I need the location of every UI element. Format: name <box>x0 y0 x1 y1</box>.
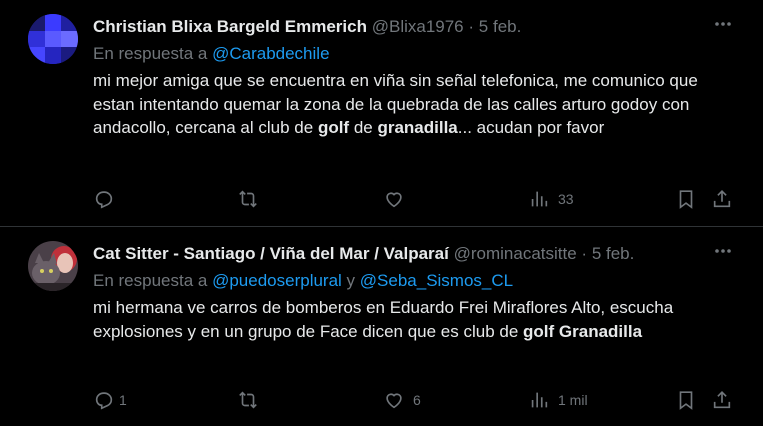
replying-to-user-link[interactable]: @puedoserplural <box>212 271 342 290</box>
replying-to: En respuesta a @puedoserplural y @Seba_S… <box>93 270 513 292</box>
tweet-text-part: ... acudan por favor <box>457 118 605 137</box>
replying-to-user-link[interactable]: @Seba_Sismos_CL <box>360 271 513 290</box>
heart-icon <box>386 393 402 409</box>
more-horizontal-icon <box>715 22 731 26</box>
tweet[interactable]: Christian Blixa Bargeld Emmerich @Blixa1… <box>0 0 763 227</box>
like-button[interactable]: 6 <box>383 387 421 413</box>
avatar[interactable] <box>28 14 78 64</box>
tweet-header: Christian Blixa Bargeld Emmerich @Blixa1… <box>93 16 713 38</box>
tweet-date[interactable]: 5 feb. <box>592 244 635 263</box>
tweet-text: mi hermana ve carros de bomberos en Edua… <box>93 296 733 343</box>
share-button[interactable] <box>711 186 733 212</box>
tweet-date[interactable]: 5 feb. <box>479 17 522 36</box>
retweet-button[interactable] <box>237 387 267 413</box>
heart-icon <box>386 192 402 208</box>
reply-button[interactable]: 1 <box>93 387 127 413</box>
like-count: 6 <box>413 392 421 408</box>
tweet-text-bold: golf <box>523 321 555 341</box>
pixel-avatar-icon <box>28 14 78 64</box>
avatar[interactable] <box>28 241 78 291</box>
separator-dot: · <box>468 17 475 36</box>
tweet-text-bold: golf <box>317 118 350 137</box>
share-icon <box>713 190 731 208</box>
more-options-button[interactable] <box>711 14 735 38</box>
cat-avatar-icon <box>28 241 78 291</box>
reply-icon <box>95 392 113 410</box>
views-chart-icon <box>531 392 548 408</box>
reply-icon <box>95 191 113 209</box>
separator-dot: · <box>581 244 588 263</box>
views-button[interactable]: 1 mil <box>528 387 588 413</box>
tweet-text: mi mejor amiga que se encuentra en viña … <box>93 69 733 140</box>
tweet-text-part: de <box>349 118 378 137</box>
tweet-header: Cat Sitter - Santiago / Viña del Mar / V… <box>93 243 713 265</box>
user-handle[interactable]: @rominacatsitte <box>454 244 577 263</box>
display-name[interactable]: Christian Blixa Bargeld Emmerich <box>93 17 367 36</box>
tweet[interactable]: Cat Sitter - Santiago / Viña del Mar / V… <box>0 227 763 426</box>
views-chart-icon <box>531 191 548 207</box>
replying-to-label: En respuesta a <box>93 271 208 290</box>
tweet-text-bold: Granadilla <box>558 321 643 341</box>
views-count: 33 <box>558 191 574 207</box>
retweet-icon <box>239 391 257 409</box>
replying-to-user-link[interactable]: @Carabdechile <box>212 44 329 63</box>
retweet-button[interactable] <box>237 186 267 212</box>
bookmark-icon <box>679 190 693 209</box>
bookmark-icon <box>679 391 693 410</box>
views-button[interactable]: 33 <box>528 186 574 212</box>
share-button[interactable] <box>711 387 733 413</box>
bookmark-button[interactable] <box>675 387 697 413</box>
tweet-feed: Christian Blixa Bargeld Emmerich @Blixa1… <box>0 0 763 426</box>
retweet-icon <box>239 190 257 208</box>
replying-to: En respuesta a @Carabdechile <box>93 43 330 65</box>
tweet-text-bold: granadilla <box>377 118 458 137</box>
replying-to-label: En respuesta a <box>93 44 208 63</box>
replying-to-conjunction: y <box>341 271 360 290</box>
reply-button[interactable] <box>93 186 123 212</box>
share-icon <box>713 391 731 409</box>
more-options-button[interactable] <box>711 241 735 265</box>
display-name[interactable]: Cat Sitter - Santiago / Viña del Mar / V… <box>93 244 449 263</box>
more-horizontal-icon <box>715 249 731 253</box>
tweet-actions: 33 <box>93 186 735 212</box>
tweet-actions: 1 6 1 mil <box>93 387 735 413</box>
reply-count: 1 <box>119 392 127 408</box>
views-count: 1 mil <box>558 392 588 408</box>
bookmark-button[interactable] <box>675 186 697 212</box>
like-button[interactable] <box>383 186 413 212</box>
user-handle[interactable]: @Blixa1976 <box>372 17 464 36</box>
